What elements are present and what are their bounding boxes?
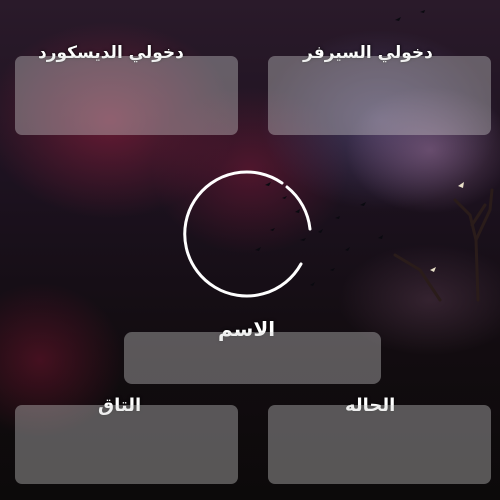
tag-input[interactable]: [15, 405, 238, 484]
status-input[interactable]: [268, 405, 491, 484]
discord-login-input[interactable]: [15, 56, 238, 135]
name-input[interactable]: [124, 332, 381, 384]
avatar-ring-icon: [183, 170, 312, 298]
server-login-input[interactable]: [268, 56, 491, 135]
avatar[interactable]: [183, 169, 315, 301]
